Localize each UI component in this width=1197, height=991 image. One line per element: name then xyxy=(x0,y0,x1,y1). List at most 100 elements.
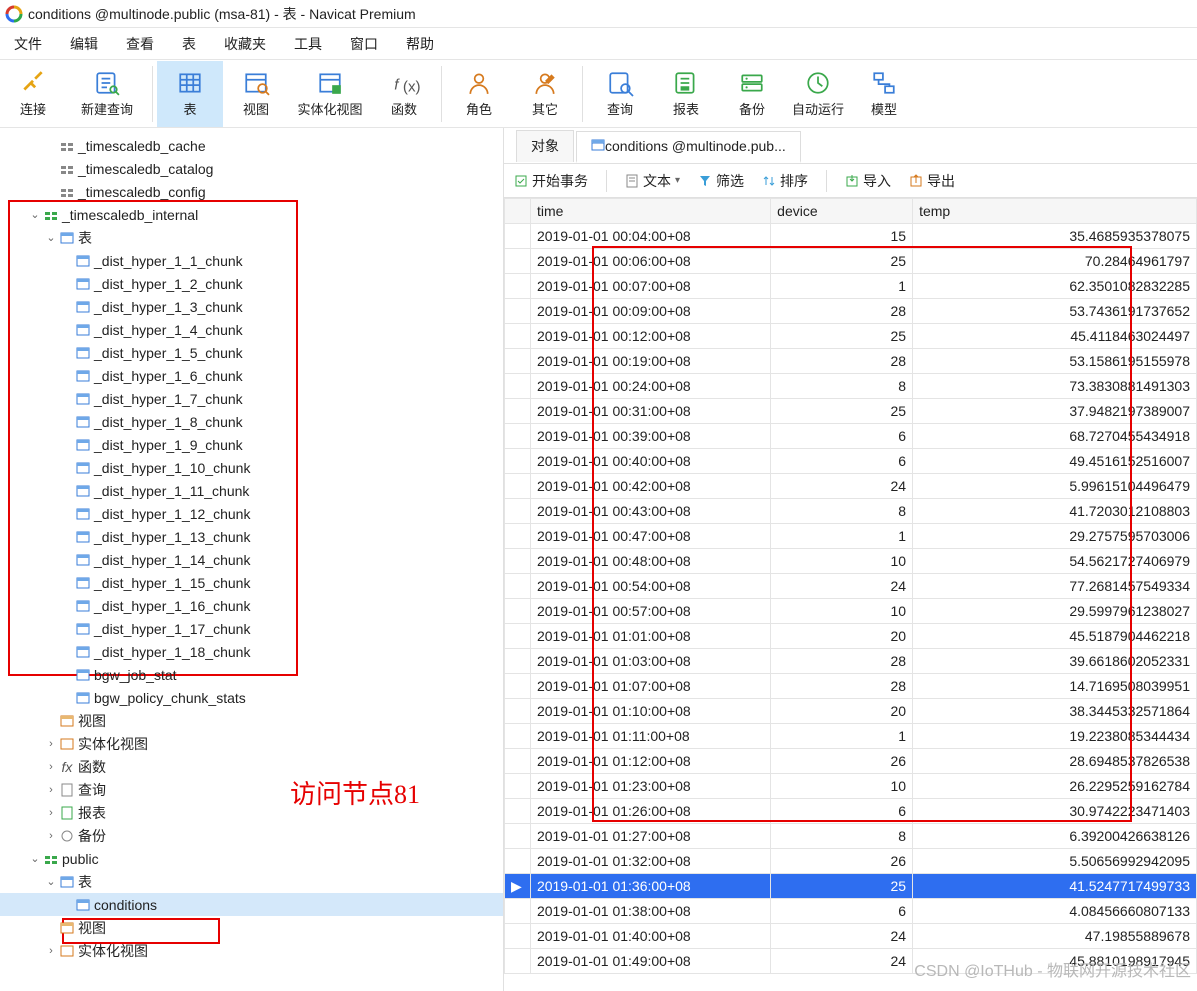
table-row[interactable]: 2019-01-01 01:07:00+082814.7169508039951 xyxy=(505,674,1197,699)
text-button[interactable]: 文本▾ xyxy=(621,171,684,191)
toolbar-table[interactable]: 表 xyxy=(157,61,223,127)
import-button[interactable]: 导入 xyxy=(841,171,895,191)
schema-internal[interactable]: ⌄_timescaledb_internal xyxy=(0,203,503,226)
table-row[interactable]: 2019-01-01 00:40:00+08649.4516152516007 xyxy=(505,449,1197,474)
table-_dist_hyper_1_6_chunk[interactable]: _dist_hyper_1_6_chunk xyxy=(0,364,503,387)
table-conditions[interactable]: conditions xyxy=(0,893,503,916)
table-_dist_hyper_1_12_chunk[interactable]: _dist_hyper_1_12_chunk xyxy=(0,502,503,525)
table-_dist_hyper_1_16_chunk[interactable]: _dist_hyper_1_16_chunk xyxy=(0,594,503,617)
table-_dist_hyper_1_13_chunk[interactable]: _dist_hyper_1_13_chunk xyxy=(0,525,503,548)
toolbar-newquery[interactable]: 新建查询 xyxy=(66,61,148,127)
toolbar-connect[interactable]: 连接 xyxy=(0,61,66,127)
toolbar-other[interactable]: 其它 xyxy=(512,61,578,127)
export-button[interactable]: 导出 xyxy=(905,171,959,191)
menu-查看[interactable]: 查看 xyxy=(112,28,168,60)
table-row[interactable]: 2019-01-01 00:07:00+08162.3501082832285 xyxy=(505,274,1197,299)
public-matviews[interactable]: ›实体化视图 xyxy=(0,939,503,962)
toolbar-backup[interactable]: 备份 xyxy=(719,61,785,127)
schema-_timescaledb_config[interactable]: _timescaledb_config xyxy=(0,180,503,203)
views-folder[interactable]: 视图 xyxy=(0,709,503,732)
table-row[interactable]: 2019-01-01 00:31:00+082537.9482197389007 xyxy=(505,399,1197,424)
table-row[interactable]: 2019-01-01 00:04:00+081535.4685935378075 xyxy=(505,224,1197,249)
table-_dist_hyper_1_14_chunk[interactable]: _dist_hyper_1_14_chunk xyxy=(0,548,503,571)
table-_dist_hyper_1_3_chunk[interactable]: _dist_hyper_1_3_chunk xyxy=(0,295,503,318)
table-_dist_hyper_1_7_chunk[interactable]: _dist_hyper_1_7_chunk xyxy=(0,387,503,410)
col-temp[interactable]: temp xyxy=(913,199,1197,224)
queries-folder[interactable]: ›查询 xyxy=(0,778,503,801)
col-device[interactable]: device xyxy=(771,199,913,224)
table-row[interactable]: 2019-01-01 00:54:00+082477.2681457549334 xyxy=(505,574,1197,599)
table-row[interactable]: 2019-01-01 01:12:00+082628.6948537826538 xyxy=(505,749,1197,774)
table-_dist_hyper_1_10_chunk[interactable]: _dist_hyper_1_10_chunk xyxy=(0,456,503,479)
table-row[interactable]: 2019-01-01 00:06:00+082570.28464961797 xyxy=(505,249,1197,274)
toolbar-model[interactable]: 模型 xyxy=(851,61,917,127)
tables-folder[interactable]: ⌄表 xyxy=(0,226,503,249)
toolbar-view[interactable]: 视图 xyxy=(223,61,289,127)
table-row[interactable]: 2019-01-01 01:11:00+08119.2238085344434 xyxy=(505,724,1197,749)
schema-_timescaledb_cache[interactable]: _timescaledb_cache xyxy=(0,134,503,157)
table-_dist_hyper_1_4_chunk[interactable]: _dist_hyper_1_4_chunk xyxy=(0,318,503,341)
public-tables-folder[interactable]: ⌄表 xyxy=(0,870,503,893)
functions-folder[interactable]: ›fx函数 xyxy=(0,755,503,778)
table-row[interactable]: 2019-01-01 00:48:00+081054.5621727406979 xyxy=(505,549,1197,574)
filter-button[interactable]: 筛选 xyxy=(694,171,748,191)
table-row[interactable]: 2019-01-01 00:42:00+08245.99615104496479 xyxy=(505,474,1197,499)
table-_dist_hyper_1_1_chunk[interactable]: _dist_hyper_1_1_chunk xyxy=(0,249,503,272)
table-row[interactable]: 2019-01-01 00:39:00+08668.7270455434918 xyxy=(505,424,1197,449)
menu-文件[interactable]: 文件 xyxy=(0,28,56,60)
table-row[interactable]: 2019-01-01 01:01:00+082045.5187904462218 xyxy=(505,624,1197,649)
public-views[interactable]: 视图 xyxy=(0,916,503,939)
toolbar-func[interactable]: f(x)函数 xyxy=(371,61,437,127)
table-row[interactable]: 2019-01-01 01:38:00+0864.08456660807133 xyxy=(505,899,1197,924)
menu-工具[interactable]: 工具 xyxy=(280,28,336,60)
backups-folder[interactable]: ›备份 xyxy=(0,824,503,847)
toolbar-role[interactable]: 角色 xyxy=(446,61,512,127)
table-row[interactable]: ▶2019-01-01 01:36:00+082541.524771749973… xyxy=(505,874,1197,899)
object-tree[interactable]: 访问节点81 _timescaledb_cache_timescaledb_ca… xyxy=(0,128,504,991)
menu-窗口[interactable]: 窗口 xyxy=(336,28,392,60)
menu-编辑[interactable]: 编辑 xyxy=(56,28,112,60)
table-_dist_hyper_1_17_chunk[interactable]: _dist_hyper_1_17_chunk xyxy=(0,617,503,640)
table-row[interactable]: 2019-01-01 00:19:00+082853.1586195155978 xyxy=(505,349,1197,374)
table-bgw_job_stat[interactable]: bgw_job_stat xyxy=(0,663,503,686)
table-row[interactable]: 2019-01-01 00:57:00+081029.5997961238027 xyxy=(505,599,1197,624)
table-_dist_hyper_1_2_chunk[interactable]: _dist_hyper_1_2_chunk xyxy=(0,272,503,295)
table-row[interactable]: 2019-01-01 00:12:00+082545.4118463024497 xyxy=(505,324,1197,349)
tab-conditions[interactable]: conditions @multinode.pub... xyxy=(576,131,801,163)
schema-_timescaledb_catalog[interactable]: _timescaledb_catalog xyxy=(0,157,503,180)
table-_dist_hyper_1_11_chunk[interactable]: _dist_hyper_1_11_chunk xyxy=(0,479,503,502)
table-row[interactable]: 2019-01-01 00:43:00+08841.7203012108803 xyxy=(505,499,1197,524)
table-_dist_hyper_1_18_chunk[interactable]: _dist_hyper_1_18_chunk xyxy=(0,640,503,663)
menubar[interactable]: 文件编辑查看表收藏夹工具窗口帮助 xyxy=(0,28,1197,60)
table-row[interactable]: 2019-01-01 01:32:00+08265.50656992942095 xyxy=(505,849,1197,874)
data-grid[interactable]: timedevicetemp2019-01-01 00:04:00+081535… xyxy=(504,198,1197,991)
table-row[interactable]: 2019-01-01 00:24:00+08873.3830881491303 xyxy=(505,374,1197,399)
schema-public[interactable]: ⌄public xyxy=(0,847,503,870)
menu-收藏夹[interactable]: 收藏夹 xyxy=(210,28,280,60)
table-row[interactable]: 2019-01-01 01:49:00+082445.8810198917945 xyxy=(505,949,1197,974)
table-row[interactable]: 2019-01-01 00:47:00+08129.2757595703006 xyxy=(505,524,1197,549)
sort-button[interactable]: 排序 xyxy=(758,171,812,191)
table-_dist_hyper_1_9_chunk[interactable]: _dist_hyper_1_9_chunk xyxy=(0,433,503,456)
table-row[interactable]: 2019-01-01 01:03:00+082839.6618602052331 xyxy=(505,649,1197,674)
table-row[interactable]: 2019-01-01 00:09:00+082853.7436191737652 xyxy=(505,299,1197,324)
toolbar-report[interactable]: 报表 xyxy=(653,61,719,127)
table-row[interactable]: 2019-01-01 01:27:00+0886.39200426638126 xyxy=(505,824,1197,849)
table-row[interactable]: 2019-01-01 01:40:00+082447.19855889678 xyxy=(505,924,1197,949)
table-row[interactable]: 2019-01-01 01:23:00+081026.2295259162784 xyxy=(505,774,1197,799)
toolbar-autorun[interactable]: 自动运行 xyxy=(785,61,851,127)
menu-帮助[interactable]: 帮助 xyxy=(392,28,448,60)
table-row[interactable]: 2019-01-01 01:26:00+08630.9742223471403 xyxy=(505,799,1197,824)
toolbar-query[interactable]: 查询 xyxy=(587,61,653,127)
table-_dist_hyper_1_5_chunk[interactable]: _dist_hyper_1_5_chunk xyxy=(0,341,503,364)
col-time[interactable]: time xyxy=(530,199,770,224)
toolbar-matview[interactable]: 实体化视图 xyxy=(289,61,371,127)
table-row[interactable]: 2019-01-01 01:10:00+082038.3445332571864 xyxy=(505,699,1197,724)
table-_dist_hyper_1_8_chunk[interactable]: _dist_hyper_1_8_chunk xyxy=(0,410,503,433)
menu-表[interactable]: 表 xyxy=(168,28,210,60)
reports-folder[interactable]: ›报表 xyxy=(0,801,503,824)
begin-transaction-button[interactable]: 开始事务 xyxy=(510,171,592,191)
table-_dist_hyper_1_15_chunk[interactable]: _dist_hyper_1_15_chunk xyxy=(0,571,503,594)
tab-objects[interactable]: 对象 xyxy=(516,130,574,162)
matviews-folder[interactable]: ›实体化视图 xyxy=(0,732,503,755)
